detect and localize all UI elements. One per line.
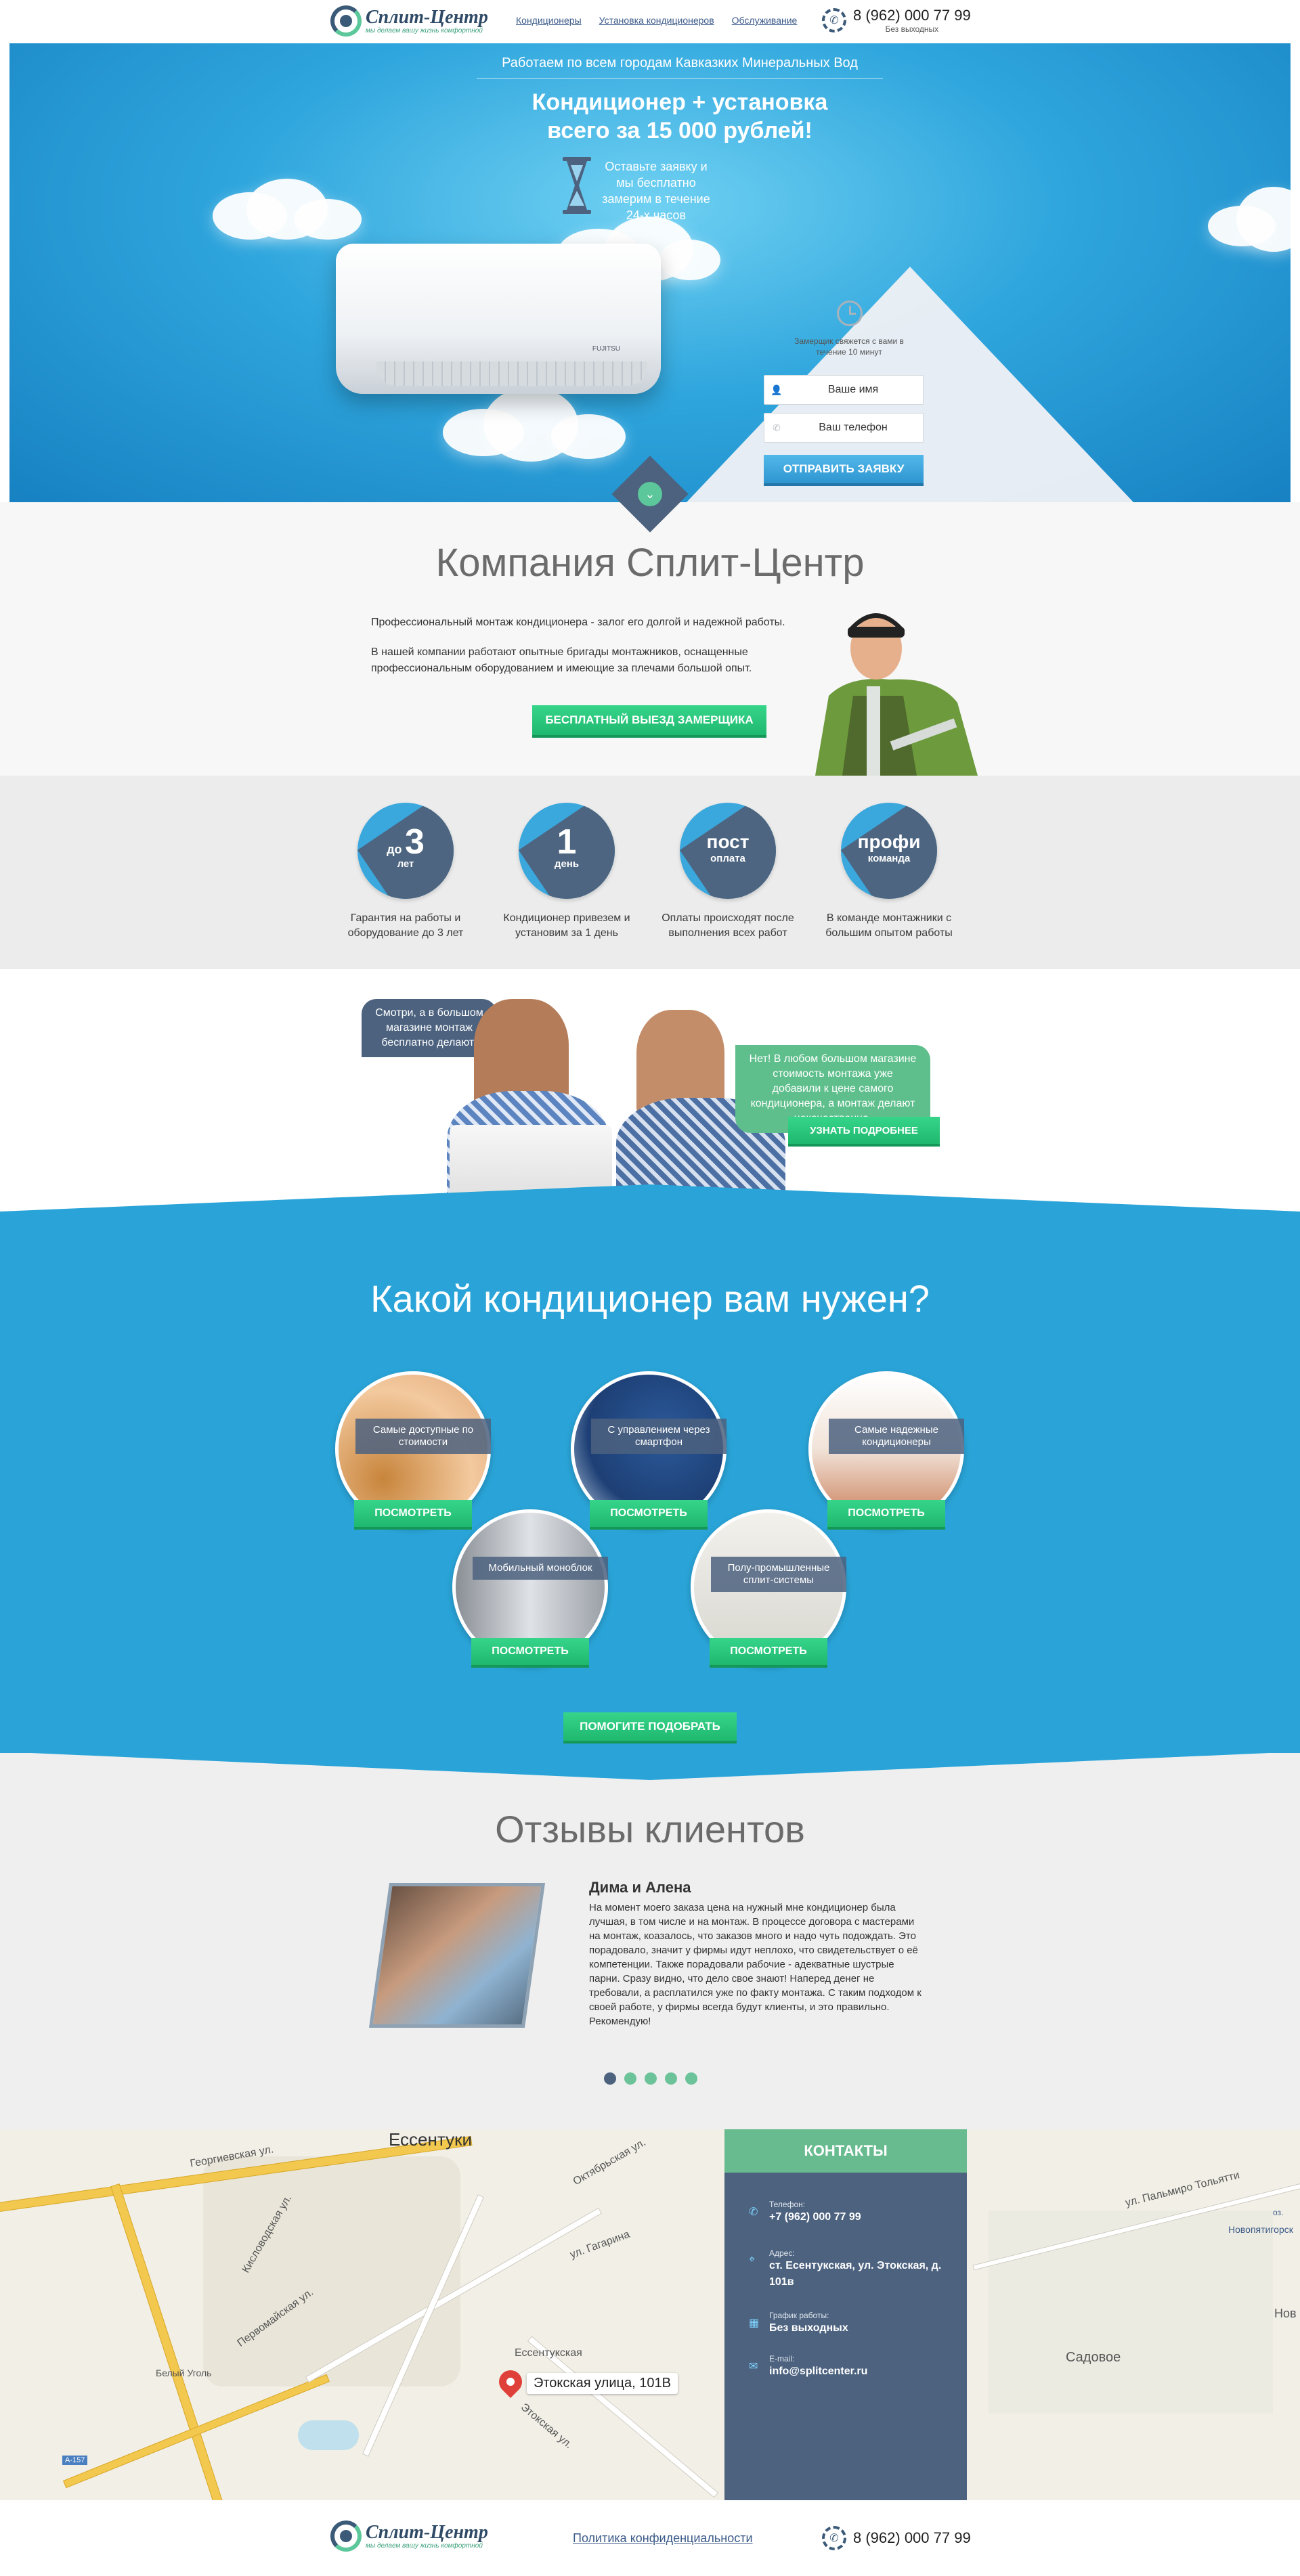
name-input[interactable] bbox=[789, 384, 917, 396]
review-dot-4[interactable] bbox=[665, 2072, 677, 2085]
nav-link-installation[interactable]: Установка кондиционеров bbox=[599, 15, 714, 26]
mail-icon: ✉ bbox=[749, 2361, 758, 2372]
company-title: Компания Сплит-Центр bbox=[435, 541, 865, 585]
nav-link-conditioners[interactable]: Кондиционеры bbox=[516, 15, 582, 26]
phone-schedule: Без выходных bbox=[885, 24, 939, 34]
phone-icon: ✆ bbox=[773, 422, 781, 433]
contact-address: ⌖ Адрес: ст. Есентукская, ул. Этокская, … bbox=[749, 2248, 942, 2288]
advantage-icon: до 3 лет bbox=[358, 803, 454, 899]
map[interactable]: Ессентуки Кисловодская ул. Первомайская … bbox=[0, 2129, 1300, 2500]
review-dot-1[interactable] bbox=[604, 2072, 616, 2085]
advantage-icon: 1 день bbox=[519, 803, 615, 899]
reviews-section: Отзывы клиентов Дима и Алена На момент м… bbox=[0, 1753, 1300, 2129]
logo[interactable]: Сплит-Центр мы делаем вашу жизнь комфорт… bbox=[330, 5, 488, 37]
dialog-section: Смотри, а в большом магазине монтаж бесп… bbox=[0, 969, 1300, 1213]
logo-icon bbox=[330, 2521, 362, 2552]
type-card-reliable[interactable]: Самые надежные кондиционеры ПОСМОТРЕТЬ bbox=[808, 1371, 964, 1540]
map-pin-label: Этокская улица, 101В bbox=[527, 2373, 678, 2394]
conditioner-selector-section: Какой кондиционер вам нужен? Самые досту… bbox=[0, 1212, 1300, 1775]
type-card-smartphone[interactable]: С управлением через смартфон ПОСМОТРЕТЬ bbox=[571, 1371, 727, 1540]
review-text: На момент моего заказа цена на нужный мн… bbox=[589, 1902, 922, 2027]
help-choose-button[interactable]: ПОМОГИТЕ ПОДОБРАТЬ bbox=[563, 1712, 737, 1744]
view-smartphone-button[interactable]: ПОСМОТРЕТЬ bbox=[590, 1500, 708, 1530]
company-section: Компания Сплит-Центр Профессиональный мо… bbox=[0, 502, 1300, 776]
review-dot-2[interactable] bbox=[624, 2072, 636, 2085]
footer-logo[interactable]: Сплит-Центр мы делаем вашу жизнь комфорт… bbox=[330, 2521, 488, 2552]
name-field[interactable]: 👤 bbox=[764, 375, 924, 405]
advantage-team: профи команда В команде монтажники с боль… bbox=[811, 803, 967, 941]
location-icon: ⌖ bbox=[749, 2254, 756, 2265]
review-dot-5[interactable] bbox=[685, 2072, 697, 2085]
main-nav: Кондиционеры Установка кондиционеров Обс… bbox=[516, 15, 797, 26]
logo-icon bbox=[330, 5, 362, 37]
view-industrial-button[interactable]: ПОСМОТРЕТЬ bbox=[710, 1638, 827, 1668]
contact-email: ✉ E-mail: info@splitcenter.ru bbox=[749, 2354, 868, 2377]
view-cheap-button[interactable]: ПОСМОТРЕТЬ bbox=[354, 1500, 472, 1530]
privacy-policy-link[interactable]: Политика конфиденциальности bbox=[573, 2531, 753, 2546]
selector-title: Какой кондиционер вам нужен? bbox=[370, 1277, 930, 1320]
reviews-title: Отзывы клиентов bbox=[495, 1808, 805, 1850]
hero-top-text: Работаем по всем городам Кавказких Минер… bbox=[477, 55, 883, 79]
contacts-title: КОНТАКТЫ bbox=[724, 2129, 967, 2173]
calendar-icon: ▦ bbox=[749, 2317, 760, 2329]
user-icon: 👤 bbox=[771, 384, 783, 395]
footer: Сплит-Центр мы делаем вашу жизнь комфорт… bbox=[0, 2500, 1300, 2576]
clock-icon bbox=[837, 301, 863, 326]
review-dot-3[interactable] bbox=[645, 2072, 657, 2085]
form-note: Замерщик свяжется с вами в течение 10 ми… bbox=[794, 336, 904, 357]
contacts-panel: КОНТАКТЫ ✆ Телефон: +7 (962) 000 77 99 ⌖… bbox=[724, 2129, 967, 2500]
view-reliable-button[interactable]: ПОСМОТРЕТЬ bbox=[827, 1500, 945, 1530]
phone-icon: ✆ bbox=[822, 8, 846, 32]
learn-more-button[interactable]: УЗНАТЬ ПОДРОБНЕЕ bbox=[788, 1117, 940, 1147]
phone-icon: ✆ bbox=[822, 2526, 846, 2550]
advantage-warranty: до 3 лет Гарантия на работы и оборудовани… bbox=[328, 803, 483, 941]
hero-note: Оставьте заявку и мы бесплатно замерим в… bbox=[602, 160, 710, 222]
advantage-postpay: пост оплата Оплаты происходят после выпол… bbox=[650, 803, 806, 941]
phone-icon: ✆ bbox=[749, 2206, 758, 2218]
map-city-label: Ессентуки bbox=[389, 2129, 472, 2150]
phone-field[interactable]: ✆ bbox=[764, 413, 924, 443]
advantage-icon: профи команда bbox=[841, 803, 937, 899]
review-photo bbox=[368, 1883, 546, 2028]
advantage-one-day: 1 день Кондиционер привезем и установим з… bbox=[489, 803, 645, 941]
phone-input[interactable] bbox=[789, 422, 917, 434]
free-measurer-button[interactable]: БЕСПЛАТНЫЙ ВЫЕЗД ЗАМЕРЩИКА bbox=[532, 705, 766, 738]
hourglass-icon bbox=[563, 157, 591, 214]
map-pin-icon[interactable] bbox=[494, 2365, 527, 2399]
submit-request-button[interactable]: ОТПРАВИТЬ ЗАЯВКУ bbox=[764, 455, 924, 486]
company-text-1: Профессиональный монтаж кондиционера - з… bbox=[371, 617, 785, 628]
review-author: Дима и Алена bbox=[589, 1879, 691, 1896]
company-text-2: В нашей компании работают опытные бригад… bbox=[371, 646, 752, 674]
type-card-industrial[interactable]: Полу-промышленные сплит-системы ПОСМОТРЕ… bbox=[691, 1509, 846, 1679]
header: Сплит-Центр мы делаем вашу жизнь комфорт… bbox=[0, 0, 1300, 43]
hero-section: Работаем по всем городам Кавказких Минер… bbox=[9, 43, 1291, 502]
type-card-mobile[interactable]: Мобильный моноблок ПОСМОТРЕТЬ bbox=[452, 1509, 608, 1679]
logo-tagline: мы делаем вашу жизнь комфортной bbox=[366, 26, 483, 35]
review-pagination bbox=[604, 2072, 697, 2085]
contact-schedule: ▦ График работы: Без выходных bbox=[749, 2311, 848, 2334]
nav-link-service[interactable]: Обслуживание bbox=[732, 15, 798, 26]
contact-phone: ✆ Телефон: +7 (962) 000 77 99 bbox=[749, 2200, 861, 2223]
advantages-section: до 3 лет Гарантия на работы и оборудовани… bbox=[0, 776, 1300, 969]
air-conditioner-image: FUJITSU bbox=[336, 244, 661, 394]
advantage-icon: пост оплата bbox=[680, 803, 776, 899]
footer-phone[interactable]: ✆ 8 (962) 000 77 99 bbox=[822, 2526, 971, 2550]
landing-page: Сплит-Центр мы делаем вашу жизнь комфорт… bbox=[0, 0, 1300, 2576]
worker-image bbox=[815, 613, 978, 776]
map-road bbox=[63, 2374, 330, 2489]
header-phone[interactable]: ✆ 8 (962) 000 77 99 Без выходных bbox=[822, 7, 971, 34]
chevron-down-icon: ⌄ bbox=[638, 482, 662, 506]
view-mobile-button[interactable]: ПОСМОТРЕТЬ bbox=[471, 1638, 589, 1668]
type-card-cheap[interactable]: Самые доступные по стоимости ПОСМОТРЕТЬ bbox=[335, 1371, 491, 1540]
hero-title: Кондиционер + установка всего за 15 000 … bbox=[532, 89, 828, 143]
map-street bbox=[527, 2336, 719, 2498]
logo-name: Сплит-Центр bbox=[366, 6, 488, 28]
phone-number: 8 (962) 000 77 99 bbox=[853, 7, 971, 24]
